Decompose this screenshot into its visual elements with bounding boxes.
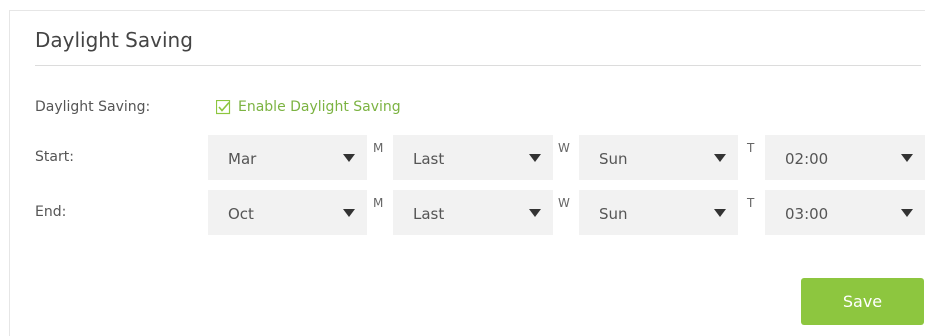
triangle-down-icon <box>901 209 913 217</box>
end-time-select[interactable]: 03:00 <box>765 190 925 235</box>
start-time-select[interactable]: 02:00 <box>765 135 925 180</box>
start-label: Start: <box>35 149 74 165</box>
start-day-value: Sun <box>599 150 628 168</box>
triangle-down-icon <box>529 209 541 217</box>
save-button[interactable]: Save <box>801 278 924 325</box>
start-week-value: Last <box>413 150 445 168</box>
triangle-down-icon <box>343 209 355 217</box>
end-time-value: 03:00 <box>785 205 829 223</box>
month-separator: M <box>373 141 384 155</box>
start-time-value: 02:00 <box>785 150 829 168</box>
end-day-select[interactable]: Sun <box>579 190 738 235</box>
end-month-select[interactable]: Oct <box>208 190 367 235</box>
enable-daylight-saving-checkbox[interactable]: Enable Daylight Saving <box>215 99 401 115</box>
week-separator: W <box>558 196 570 210</box>
end-label: End: <box>35 204 67 220</box>
triangle-down-icon <box>529 154 541 162</box>
start-week-select[interactable]: Last <box>393 135 553 180</box>
end-month-value: Oct <box>228 205 254 223</box>
daylight-saving-label: Daylight Saving: <box>35 99 151 115</box>
section-title: Daylight Saving <box>35 28 193 52</box>
title-divider <box>35 65 921 66</box>
month-separator: M <box>373 196 384 210</box>
start-month-value: Mar <box>228 150 257 168</box>
time-separator: T <box>747 141 755 155</box>
start-month-select[interactable]: Mar <box>208 135 367 180</box>
triangle-down-icon <box>714 154 726 162</box>
end-day-value: Sun <box>599 205 628 223</box>
daylight-saving-panel: Daylight Saving Daylight Saving: Enable … <box>9 10 925 336</box>
week-separator: W <box>558 141 570 155</box>
triangle-down-icon <box>714 209 726 217</box>
triangle-down-icon <box>901 154 913 162</box>
enable-daylight-saving-label[interactable]: Enable Daylight Saving <box>238 99 401 115</box>
triangle-down-icon <box>343 154 355 162</box>
end-week-value: Last <box>413 205 445 223</box>
end-week-select[interactable]: Last <box>393 190 553 235</box>
time-separator: T <box>747 196 755 210</box>
checkbox-checked-icon[interactable] <box>215 99 231 115</box>
start-day-select[interactable]: Sun <box>579 135 738 180</box>
